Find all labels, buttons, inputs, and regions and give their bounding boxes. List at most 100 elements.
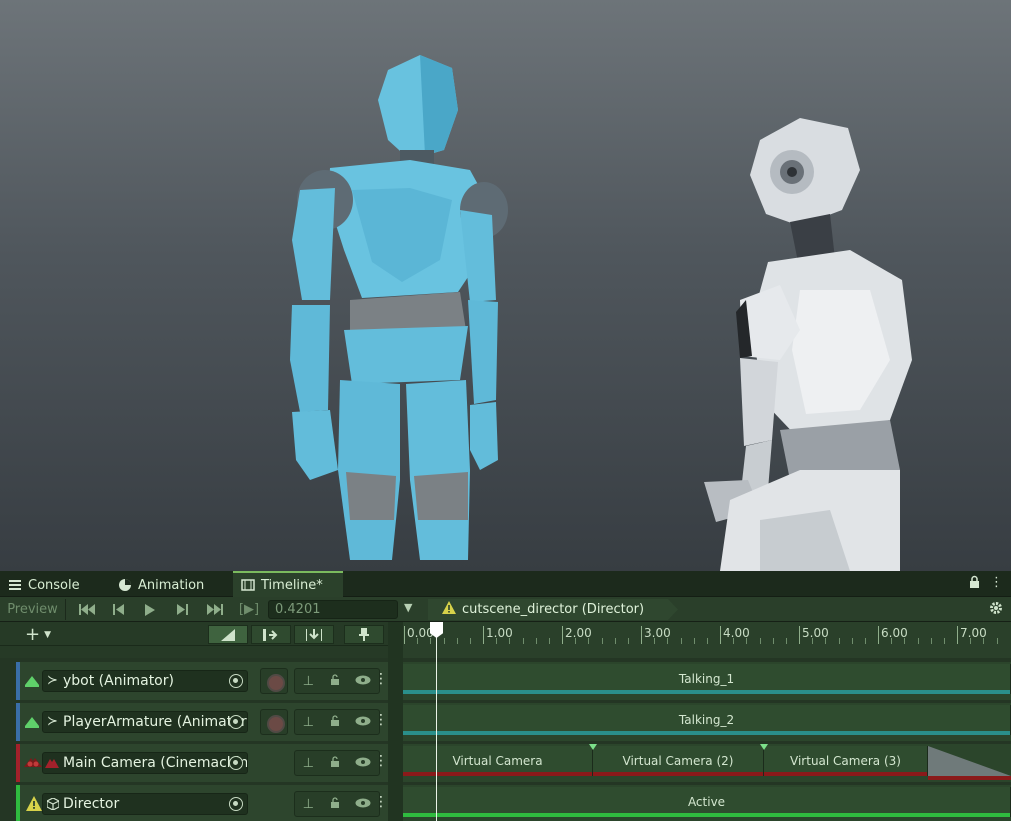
ruler-minor-tick <box>785 638 787 644</box>
go-to-start-icon[interactable] <box>74 599 100 620</box>
pin-icon[interactable]: ⊥ <box>303 756 314 771</box>
clip[interactable]: Virtual Camera (3) <box>764 746 928 776</box>
object-picker-icon[interactable] <box>229 674 243 688</box>
chevron-down-icon[interactable]: ▼ <box>404 601 412 614</box>
track-header[interactable]: ≻ ybot (Animator) ⊥ ⋮ <box>16 662 388 700</box>
record-button[interactable] <box>260 668 288 694</box>
play-range-icon[interactable]: [▶] <box>236 599 262 620</box>
track-row-main-camera[interactable]: Main Camera (Cinemachine Brain) ⊥ ⋮ Virt… <box>0 744 1011 782</box>
director-breadcrumb[interactable]: cutscene_director (Director) <box>428 599 678 620</box>
pin-icon[interactable] <box>344 625 384 644</box>
eye-icon[interactable] <box>355 797 371 812</box>
ruler-minor-tick <box>772 638 774 644</box>
track-menu-icon[interactable]: ⋮ <box>374 794 388 810</box>
snap-clips-button[interactable] <box>208 625 248 644</box>
more-options-icon[interactable]: ⋮ <box>990 575 1003 592</box>
clip-bar <box>403 731 1010 735</box>
ruler-minor-tick <box>496 638 498 644</box>
track-binding-field[interactable]: ≻ ybot (Animator) <box>42 670 248 692</box>
track-row-ybot[interactable]: ≻ ybot (Animator) ⊥ ⋮ Talking_1 <box>0 662 1011 700</box>
ruler-minor-tick <box>851 638 853 644</box>
eye-icon[interactable] <box>355 715 371 730</box>
blend-marker-icon <box>589 744 597 750</box>
editor-panel: Console Animation Timeline* ⋮ Preview [▶… <box>0 571 1011 821</box>
clip-bar <box>403 813 1010 817</box>
track-header[interactable]: ≻ PlayerArmature (Animator) ⊥ ⋮ <box>16 703 388 741</box>
console-icon <box>8 578 22 592</box>
pin-icon[interactable]: ⊥ <box>303 797 314 812</box>
track-state-icons: ⊥ <box>294 668 380 694</box>
track-menu-icon[interactable]: ⋮ <box>374 712 388 728</box>
track-header[interactable]: Main Camera (Cinemachine Brain) ⊥ ⋮ <box>16 744 388 782</box>
track-lane[interactable]: Virtual Camera Virtual Camera (2) Virtua… <box>403 744 1011 782</box>
scene-viewport[interactable] <box>0 0 1011 571</box>
lock-icon[interactable] <box>330 673 340 689</box>
warning-icon <box>442 601 456 618</box>
lock-icon[interactable] <box>330 796 340 812</box>
add-track-button[interactable]: + ▼ <box>17 624 59 645</box>
track-binding-field[interactable]: Director <box>42 793 248 815</box>
ruler-major-tick <box>483 626 484 644</box>
timeline-toolbar: Preview [▶] 0.4201 ▼ cutscene_director (… <box>0 597 1011 622</box>
scene-render <box>290 55 912 571</box>
track-state-icons: ⊥ <box>294 709 380 735</box>
lock-icon[interactable] <box>969 575 980 592</box>
track-menu-icon[interactable]: ⋮ <box>374 671 388 687</box>
ruler-minor-tick <box>693 638 695 644</box>
go-to-end-icon[interactable] <box>202 599 228 620</box>
replace-mode-button[interactable] <box>294 625 334 644</box>
track-name: Main Camera (Cinemachine Brain) <box>63 755 248 771</box>
track-row-player-armature[interactable]: ≻ PlayerArmature (Animator) ⊥ ⋮ Talking_… <box>0 703 1011 741</box>
tab-console[interactable]: Console <box>0 573 110 597</box>
track-lane[interactable]: Active <box>403 785 1011 821</box>
clip-label: Talking_1 <box>678 672 735 686</box>
track-state-icons: ⊥ <box>294 750 380 776</box>
current-time-field[interactable]: 0.4201 <box>268 600 398 619</box>
clip[interactable]: Active <box>403 787 1011 817</box>
record-button[interactable] <box>260 709 288 735</box>
track-lane[interactable]: Talking_1 <box>403 662 1011 700</box>
animator-icon: ≻ <box>47 673 58 688</box>
clip[interactable]: Virtual Camera <box>403 746 593 776</box>
lock-icon[interactable] <box>330 714 340 730</box>
track-header[interactable]: Director ⊥ ⋮ <box>16 785 388 821</box>
ruler-minor-tick <box>706 638 708 644</box>
clip[interactable]: Talking_1 <box>403 664 1011 694</box>
director-label: cutscene_director (Director) <box>462 602 645 617</box>
next-frame-icon[interactable] <box>170 599 194 620</box>
object-picker-icon[interactable] <box>229 715 243 729</box>
clip[interactable]: Talking_2 <box>403 705 1011 735</box>
track-row-director[interactable]: Director ⊥ ⋮ Active <box>0 785 1011 821</box>
ruler-minor-tick <box>812 638 814 644</box>
object-picker-icon[interactable] <box>229 797 243 811</box>
eye-icon[interactable] <box>355 756 371 771</box>
lock-icon[interactable] <box>330 755 340 771</box>
track-binding-field[interactable]: ≻ PlayerArmature (Animator) <box>42 711 248 733</box>
playhead-line[interactable] <box>436 622 437 821</box>
pin-icon[interactable]: ⊥ <box>303 715 314 730</box>
tab-console-label: Console <box>28 577 80 593</box>
track-list: ≻ ybot (Animator) ⊥ ⋮ Talking_1 ≻ Player… <box>0 658 1011 821</box>
ruler-minor-tick <box>930 638 932 644</box>
ripple-mode-button[interactable] <box>251 625 291 644</box>
eye-icon[interactable] <box>355 674 371 689</box>
ruler-minor-tick <box>864 638 866 644</box>
previous-frame-icon[interactable] <box>106 599 130 620</box>
tab-animation[interactable]: Animation <box>110 573 230 597</box>
play-icon[interactable] <box>138 599 162 620</box>
track-menu-icon[interactable]: ⋮ <box>374 753 388 769</box>
timeline-icon <box>241 578 255 592</box>
time-ruler[interactable]: 0.00 1.00 2.00 3.00 4.00 5.00 6.00 7.00 <box>403 622 1011 658</box>
gear-icon[interactable] <box>989 601 1003 619</box>
pin-icon[interactable]: ⊥ <box>303 674 314 689</box>
object-picker-icon[interactable] <box>229 756 243 770</box>
tab-timeline-label: Timeline* <box>261 577 323 593</box>
clip[interactable]: Virtual Camera (2) <box>593 746 764 776</box>
panel-tab-bar: Console Animation Timeline* ⋮ <box>0 571 1011 597</box>
tab-timeline[interactable]: Timeline* <box>233 571 343 597</box>
track-binding-field[interactable]: Main Camera (Cinemachine Brain) <box>42 752 248 774</box>
preview-button[interactable]: Preview <box>0 599 66 620</box>
clip-bar <box>764 772 927 776</box>
ruler-minor-tick <box>680 638 682 644</box>
track-lane[interactable]: Talking_2 <box>403 703 1011 741</box>
